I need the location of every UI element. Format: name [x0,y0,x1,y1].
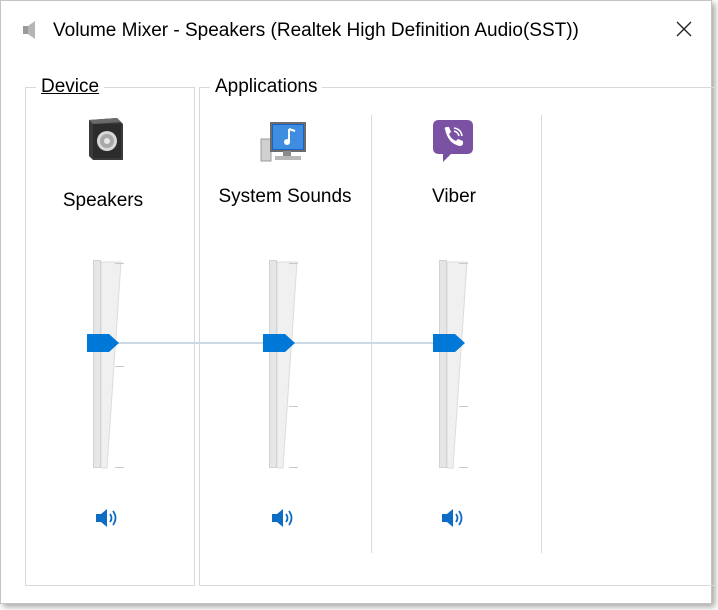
slider-tick [459,406,468,407]
window-title: Volume Mixer - Speakers (Realtek High De… [53,20,579,41]
device-group-label: Device [36,76,105,97]
volume-wedge [447,261,468,469]
slider-tick [289,263,298,264]
speaker-volume-icon [96,509,117,527]
app-name-label: Viber [431,186,476,207]
app-name-label: System Sounds [218,186,352,207]
slider-tick [459,263,468,264]
system-sounds-icon [260,122,306,162]
speakers-volume-thumb[interactable] [87,334,119,352]
speaker-volume-icon [442,509,463,527]
system-sounds-mute-button[interactable] [270,506,298,530]
volume-wedge [101,261,122,469]
speaker-box-icon [89,118,123,160]
slider-tick [459,467,468,468]
slider-tick [115,366,124,367]
device-label-text: Device [41,76,100,97]
viber-mute-button[interactable] [440,506,468,530]
slider-tick [115,263,124,264]
slider-tick [289,467,298,468]
column-separator [371,115,372,553]
close-icon [676,21,692,37]
system-sounds-volume-thumb[interactable] [263,334,295,352]
speaker-title-icon [23,21,35,39]
applications-group-label: Applications [210,77,323,97]
speakers-mute-button[interactable] [94,506,122,530]
title-bar: Volume Mixer - Speakers (Realtek High De… [1,1,711,57]
system-sounds-volume-track[interactable] [269,260,277,468]
speaker-volume-icon [272,509,293,527]
viber-volume-thumb[interactable] [433,334,465,352]
column-separator [541,115,542,553]
slider-tick [289,406,298,407]
device-name-label: Speakers [62,190,144,211]
viber-icon [433,120,473,162]
viber-volume-track[interactable] [439,260,447,468]
volume-wedge [277,261,298,469]
volume-mixer-window: Volume Mixer - Speakers (Realtek High De… [0,0,715,604]
close-button[interactable] [657,1,711,57]
slider-tick [115,467,124,468]
speakers-volume-track[interactable] [93,260,101,468]
